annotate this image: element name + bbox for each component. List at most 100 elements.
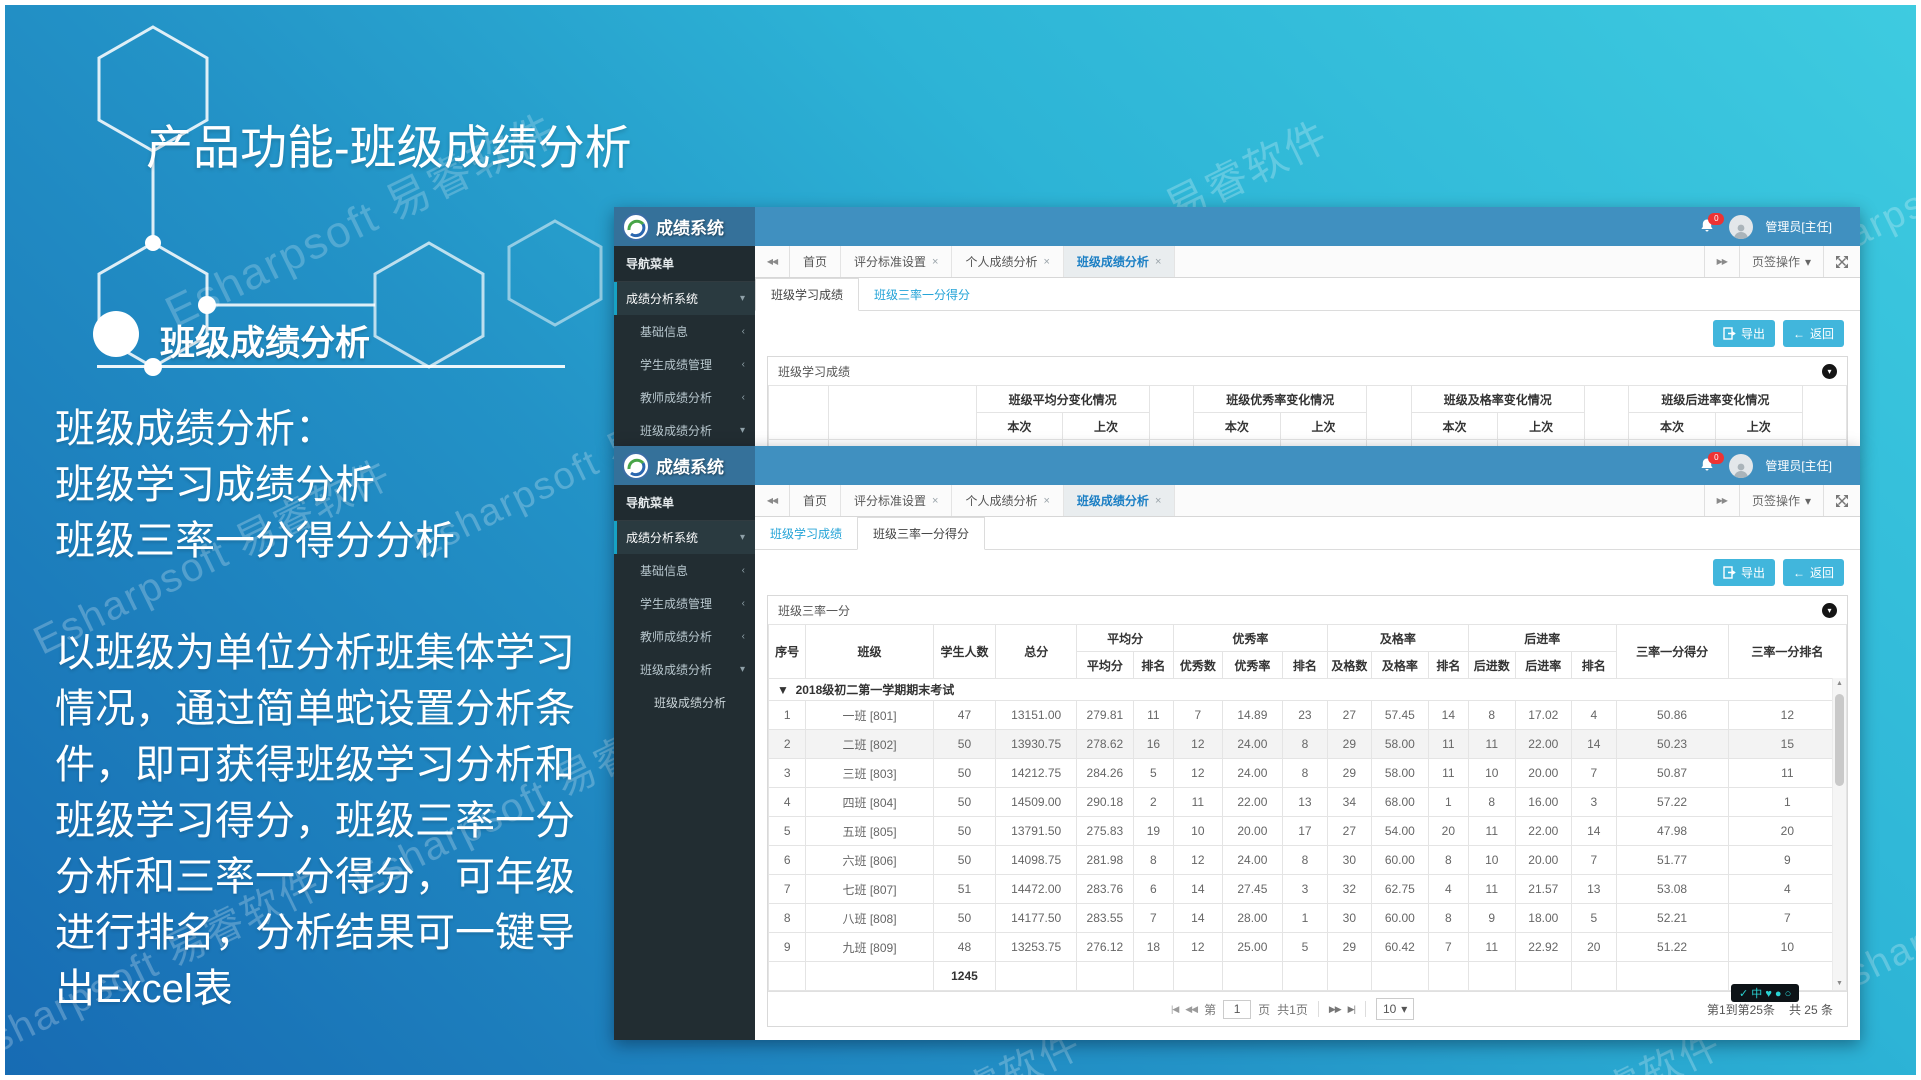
back-arrow-icon: ← — [1793, 327, 1805, 341]
sidebar-item-class-analysis[interactable]: 班级成绩分析 ▾ — [614, 414, 755, 446]
back-button[interactable]: ← 返回 — [1783, 320, 1844, 347]
table-cell: 11 — [1428, 730, 1468, 759]
tabs-scroll-right-button[interactable]: ▶▶ — [1704, 246, 1739, 277]
close-icon[interactable]: × — [932, 495, 938, 507]
page-size-select[interactable]: 10 ▾ — [1376, 998, 1414, 1020]
tab-label: 评分标准设置 — [854, 492, 926, 509]
sidebar-item-score-analysis-system[interactable]: 成绩分析系统 ▾ — [614, 282, 755, 315]
tab-personal-analysis[interactable]: 个人成绩分析 × — [952, 485, 1063, 516]
table-row[interactable]: 8八班 [808]5014177.50283.5571428.0013060.0… — [769, 904, 1847, 933]
table-cell: 11 — [1133, 701, 1173, 730]
avatar[interactable] — [1729, 454, 1753, 478]
panel-collapse-icon[interactable]: ▾ — [1822, 364, 1837, 379]
sidebar-item-teacher-analysis[interactable]: 教师成绩分析 ‹ — [614, 620, 755, 653]
table-cell: 30 — [1327, 904, 1371, 933]
tab-home[interactable]: 首页 — [790, 246, 841, 277]
panel-header: 班级三率一分 ▾ — [768, 596, 1847, 624]
tab-scoring-standard[interactable]: 评分标准设置 × — [841, 485, 952, 516]
sidebar-subitem-class-analysis[interactable]: 班级成绩分析 — [614, 686, 755, 719]
page-number-input[interactable] — [1223, 1000, 1251, 1019]
table-row[interactable]: 7七班 [807]5114472.00283.7661427.4533262.7… — [769, 875, 1847, 904]
column-header: 班级 — [806, 625, 933, 679]
tab-operations-dropdown[interactable]: 页签操作 ▾ — [1739, 485, 1823, 516]
caret-down-icon: ▾ — [1805, 255, 1811, 269]
tab-home[interactable]: 首页 — [790, 485, 841, 516]
table-row[interactable]: 1一班 [801]4713151.00279.8111714.89232757.… — [769, 701, 1847, 730]
scrollbar-thumb[interactable] — [1835, 694, 1844, 786]
sidebar-item-student-scores[interactable]: 学生成绩管理 ‹ — [614, 587, 755, 620]
next-page-button[interactable]: ▶▶ — [1329, 1004, 1341, 1015]
panel-header: 班级学习成绩 ▾ — [768, 357, 1847, 385]
table-cell: 八班 [808] — [806, 904, 933, 933]
tab-personal-analysis[interactable]: 个人成绩分析 × — [952, 246, 1063, 277]
table-row[interactable]: 9九班 [809]4813253.75276.12181225.0052960.… — [769, 933, 1847, 962]
first-page-button[interactable]: |◀ — [1171, 1004, 1178, 1015]
close-icon[interactable]: × — [932, 256, 938, 268]
subtab-class-learning-scores[interactable]: 班级学习成绩 — [755, 278, 859, 311]
vertical-scrollbar[interactable]: ▲ ▼ — [1832, 678, 1846, 990]
table-cell: 11 — [1728, 759, 1846, 788]
panel-title: 班级学习成绩 — [778, 363, 850, 380]
tabs-scroll-left-button[interactable]: ◀◀ — [755, 485, 790, 516]
table-row[interactable]: 6六班 [806]5014098.75281.9881224.0083060.0… — [769, 846, 1847, 875]
tabs-scroll-left-button[interactable]: ◀◀ — [755, 246, 790, 277]
table-body: 1一班 [801]4713151.00279.8111714.89232757.… — [769, 701, 1847, 962]
sidebar-item-class-analysis[interactable]: 班级成绩分析 ▾ — [614, 653, 755, 686]
subtab-three-rates-score[interactable]: 班级三率一分得分 — [859, 278, 985, 310]
sidebar-item-teacher-analysis[interactable]: 教师成绩分析 ‹ — [614, 381, 755, 414]
table-cell: 22.92 — [1515, 933, 1572, 962]
exam-section-row[interactable]: ▼ 2018级初二第一学期期末考试 — [769, 679, 1847, 701]
scroll-down-arrow[interactable]: ▼ — [1833, 978, 1846, 990]
sidebar-item-basic-info[interactable]: 基础信息 ‹ — [614, 554, 755, 587]
fullscreen-button[interactable] — [1823, 246, 1860, 277]
close-icon[interactable]: × — [1155, 256, 1161, 268]
app-logo-area: 成绩系统 — [614, 207, 755, 246]
table-row[interactable]: 4四班 [804]5014509.00290.1821122.00133468.… — [769, 788, 1847, 817]
table-cell: 13 — [1572, 875, 1616, 904]
fullscreen-button[interactable] — [1823, 485, 1860, 516]
export-button[interactable]: 导出 — [1713, 559, 1775, 586]
table-cell: 二班 [802] — [806, 730, 933, 759]
slide-background: Esharpsoft 易睿软件 Esharpsoft 易睿软件 Esharpso… — [0, 0, 1921, 1080]
table-cell: 57.22 — [1616, 788, 1728, 817]
table-row[interactable]: 3三班 [803]5014212.75284.2651224.0082958.0… — [769, 759, 1847, 788]
tab-operations-dropdown[interactable]: 页签操作 ▾ — [1739, 246, 1823, 277]
table-cell: 3 — [1572, 788, 1616, 817]
tab-scoring-standard[interactable]: 评分标准设置 × — [841, 246, 952, 277]
notification-bell-icon[interactable]: 0 — [1699, 218, 1717, 236]
slide-title: 产品功能-班级成绩分析 — [146, 109, 632, 178]
table-row[interactable]: 2二班 [802]5013930.75278.62161224.0082958.… — [769, 730, 1847, 759]
column-header: 学生人数 — [933, 625, 996, 679]
close-icon[interactable]: × — [1155, 495, 1161, 507]
export-button[interactable]: 导出 — [1713, 320, 1775, 347]
subtab-class-learning-scores[interactable]: 班级学习成绩 — [755, 517, 857, 549]
column-header: 上次 — [1715, 413, 1802, 440]
user-label[interactable]: 管理员[主任] — [1765, 218, 1832, 235]
tab-class-analysis[interactable]: 班级成绩分析 × — [1064, 246, 1175, 277]
page-word-pre: 第 — [1204, 1001, 1216, 1018]
chevron-left-icon: ‹ — [742, 359, 745, 370]
column-header: 排名 — [1283, 652, 1327, 679]
subtab-three-rates-score[interactable]: 班级三率一分得分 — [857, 517, 985, 550]
scroll-up-arrow[interactable]: ▲ — [1833, 678, 1846, 690]
sidebar-item-student-scores[interactable]: 学生成绩管理 ‹ — [614, 348, 755, 381]
back-button[interactable]: ← 返回 — [1783, 559, 1844, 586]
table-cell: 7 — [1428, 933, 1468, 962]
notification-bell-icon[interactable]: 0 — [1699, 457, 1717, 475]
tab-class-analysis[interactable]: 班级成绩分析 × — [1064, 485, 1175, 516]
panel-collapse-icon[interactable]: ▾ — [1822, 603, 1837, 618]
prev-page-button[interactable]: ◀◀ — [1185, 1004, 1197, 1015]
subtab-bar: 班级学习成绩 班级三率一分得分 — [755, 517, 1860, 550]
last-page-button[interactable]: ▶| — [1348, 1004, 1355, 1015]
user-label[interactable]: 管理员[主任] — [1765, 457, 1832, 474]
close-icon[interactable]: × — [1043, 495, 1049, 507]
sidebar-item-basic-info[interactable]: 基础信息 ‹ — [614, 315, 755, 348]
sidebar-item-score-analysis-system[interactable]: 成绩分析系统 ▾ — [614, 521, 755, 554]
tabs-scroll-right-button[interactable]: ▶▶ — [1704, 485, 1739, 516]
record-total-label: 共 25 条 — [1789, 1001, 1833, 1018]
avatar[interactable] — [1729, 215, 1753, 239]
table-group-header-row: 班级平均分变化情况 班级优秀率变化情况 班级及格率变化情况 班级后进率变化情况 — [769, 386, 1847, 413]
close-icon[interactable]: × — [1043, 256, 1049, 268]
table-cell: 12 — [1728, 701, 1846, 730]
table-row[interactable]: 5五班 [805]5013791.50275.83191020.00172754… — [769, 817, 1847, 846]
